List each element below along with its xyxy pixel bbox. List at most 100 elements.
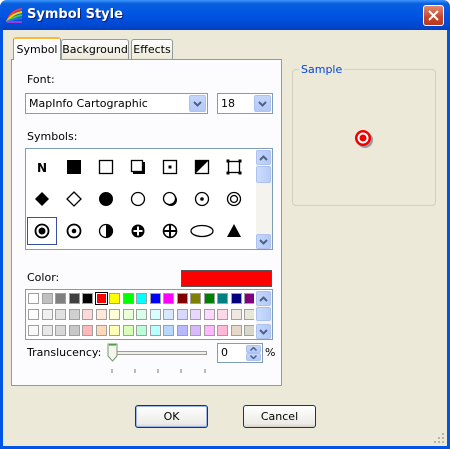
color-swatch[interactable] [109, 309, 120, 320]
symbol-half-filled-square[interactable] [187, 153, 217, 181]
color-swatch[interactable] [28, 309, 39, 320]
color-swatch[interactable] [203, 309, 215, 320]
color-swatch[interactable] [122, 325, 134, 336]
color-swatch[interactable] [55, 293, 66, 304]
color-swatch[interactable] [109, 293, 120, 304]
color-swatch[interactable] [149, 309, 161, 320]
symbol-filled-square[interactable] [59, 153, 89, 181]
resize-grip-icon[interactable] [433, 432, 445, 444]
symbol-dotted-circle[interactable] [187, 185, 217, 213]
color-swatch[interactable] [82, 293, 93, 304]
color-swatch[interactable] [95, 325, 107, 336]
font-dropdown-button[interactable] [189, 95, 206, 112]
symbol-grid[interactable]: N [27, 150, 254, 249]
symbol-ellipse[interactable] [187, 217, 217, 245]
tab-symbol[interactable]: Symbol [13, 37, 61, 60]
color-swatch[interactable] [190, 293, 201, 304]
translucency-spinner[interactable]: 0 [217, 343, 263, 363]
color-swatch[interactable] [136, 325, 147, 336]
spin-down-button[interactable] [246, 353, 261, 361]
title-bar[interactable]: Symbol Style [0, 0, 450, 30]
color-swatch[interactable] [28, 325, 39, 336]
color-swatch[interactable] [244, 309, 254, 320]
scroll-thumb[interactable] [256, 307, 271, 321]
color-swatch[interactable] [163, 309, 174, 320]
symbol-plus-circle[interactable] [155, 217, 185, 245]
color-swatch[interactable] [109, 325, 120, 336]
color-swatch[interactable] [122, 293, 134, 304]
symbol-half-filled-circle[interactable] [91, 217, 121, 245]
color-swatch[interactable] [55, 325, 66, 336]
color-swatch[interactable] [41, 325, 53, 336]
symbol-filled-diamond[interactable] [27, 185, 57, 213]
symbol-shadowed-circle[interactable] [155, 185, 185, 213]
symbol-letter-n[interactable]: N [27, 153, 57, 181]
color-swatch[interactable] [217, 293, 228, 304]
symbol-hollow-diamond[interactable] [59, 185, 89, 213]
color-swatch[interactable] [203, 293, 215, 304]
font-select[interactable]: MapInfo Cartographic [25, 93, 208, 114]
symbol-hollow-square[interactable] [91, 153, 121, 181]
font-size-dropdown-button[interactable] [254, 95, 271, 112]
ok-button[interactable]: OK [135, 405, 208, 428]
symbol-dotted-circle-bold[interactable] [59, 217, 89, 245]
color-swatch[interactable] [176, 293, 188, 304]
color-swatch[interactable] [163, 293, 174, 304]
color-grid[interactable] [27, 291, 254, 339]
symbol-dotted-square[interactable] [155, 153, 185, 181]
spin-up-button[interactable] [246, 345, 261, 353]
scroll-down-button[interactable] [256, 324, 271, 339]
scroll-down-button[interactable] [256, 234, 271, 249]
symbol-filled-circle[interactable] [91, 185, 121, 213]
color-swatch[interactable] [244, 325, 254, 336]
color-swatch[interactable] [41, 309, 53, 320]
symbol-filled-triangle[interactable] [219, 217, 249, 245]
translucency-slider-track[interactable] [110, 351, 207, 355]
color-swatch[interactable] [68, 325, 80, 336]
color-swatch[interactable] [190, 325, 201, 336]
color-swatch[interactable] [230, 293, 242, 304]
color-swatch[interactable] [136, 309, 147, 320]
color-swatch[interactable] [203, 325, 215, 336]
symbol-hollow-circle[interactable] [123, 185, 153, 213]
color-swatch[interactable] [230, 309, 242, 320]
symbol-double-circle[interactable] [219, 185, 249, 213]
color-swatch[interactable] [68, 309, 80, 320]
color-swatch[interactable] [149, 325, 161, 336]
color-swatch[interactable] [176, 309, 188, 320]
tab-background[interactable]: Background [61, 39, 129, 59]
color-swatch[interactable] [190, 309, 201, 320]
color-swatch[interactable] [28, 293, 39, 304]
translucency-slider-thumb[interactable] [107, 343, 118, 362]
color-swatch[interactable] [244, 293, 254, 304]
color-swatch[interactable] [68, 293, 80, 304]
color-scrollbar[interactable] [256, 291, 272, 339]
scroll-up-button[interactable] [256, 291, 271, 306]
cancel-button[interactable]: Cancel [243, 405, 316, 428]
color-swatch[interactable] [41, 293, 53, 304]
symbol-picker[interactable]: N [25, 148, 273, 250]
color-swatch[interactable] [149, 293, 161, 304]
symbol-shadowed-square[interactable] [123, 153, 153, 181]
color-swatch[interactable] [230, 325, 242, 336]
color-palette[interactable] [25, 289, 273, 340]
color-swatch[interactable] [94, 292, 108, 305]
color-swatch[interactable] [176, 325, 188, 336]
color-swatch[interactable] [163, 325, 174, 336]
color-swatch[interactable] [217, 325, 228, 336]
color-swatch[interactable] [95, 309, 107, 320]
color-swatch[interactable] [136, 293, 147, 304]
tab-effects[interactable]: Effects [131, 39, 173, 59]
color-swatch[interactable] [217, 309, 228, 320]
scroll-up-button[interactable] [256, 150, 271, 165]
symbol-scrollbar[interactable] [256, 150, 272, 249]
close-button[interactable] [423, 5, 444, 26]
font-size-select[interactable]: 18 [217, 93, 273, 114]
color-swatch[interactable] [82, 325, 93, 336]
symbol-cross-circle[interactable] [123, 217, 153, 245]
color-swatch[interactable] [55, 309, 66, 320]
symbol-corner-square[interactable] [219, 153, 249, 181]
symbol-target-circle[interactable] [27, 217, 57, 245]
color-swatch[interactable] [122, 309, 134, 320]
scroll-thumb[interactable] [256, 166, 271, 183]
